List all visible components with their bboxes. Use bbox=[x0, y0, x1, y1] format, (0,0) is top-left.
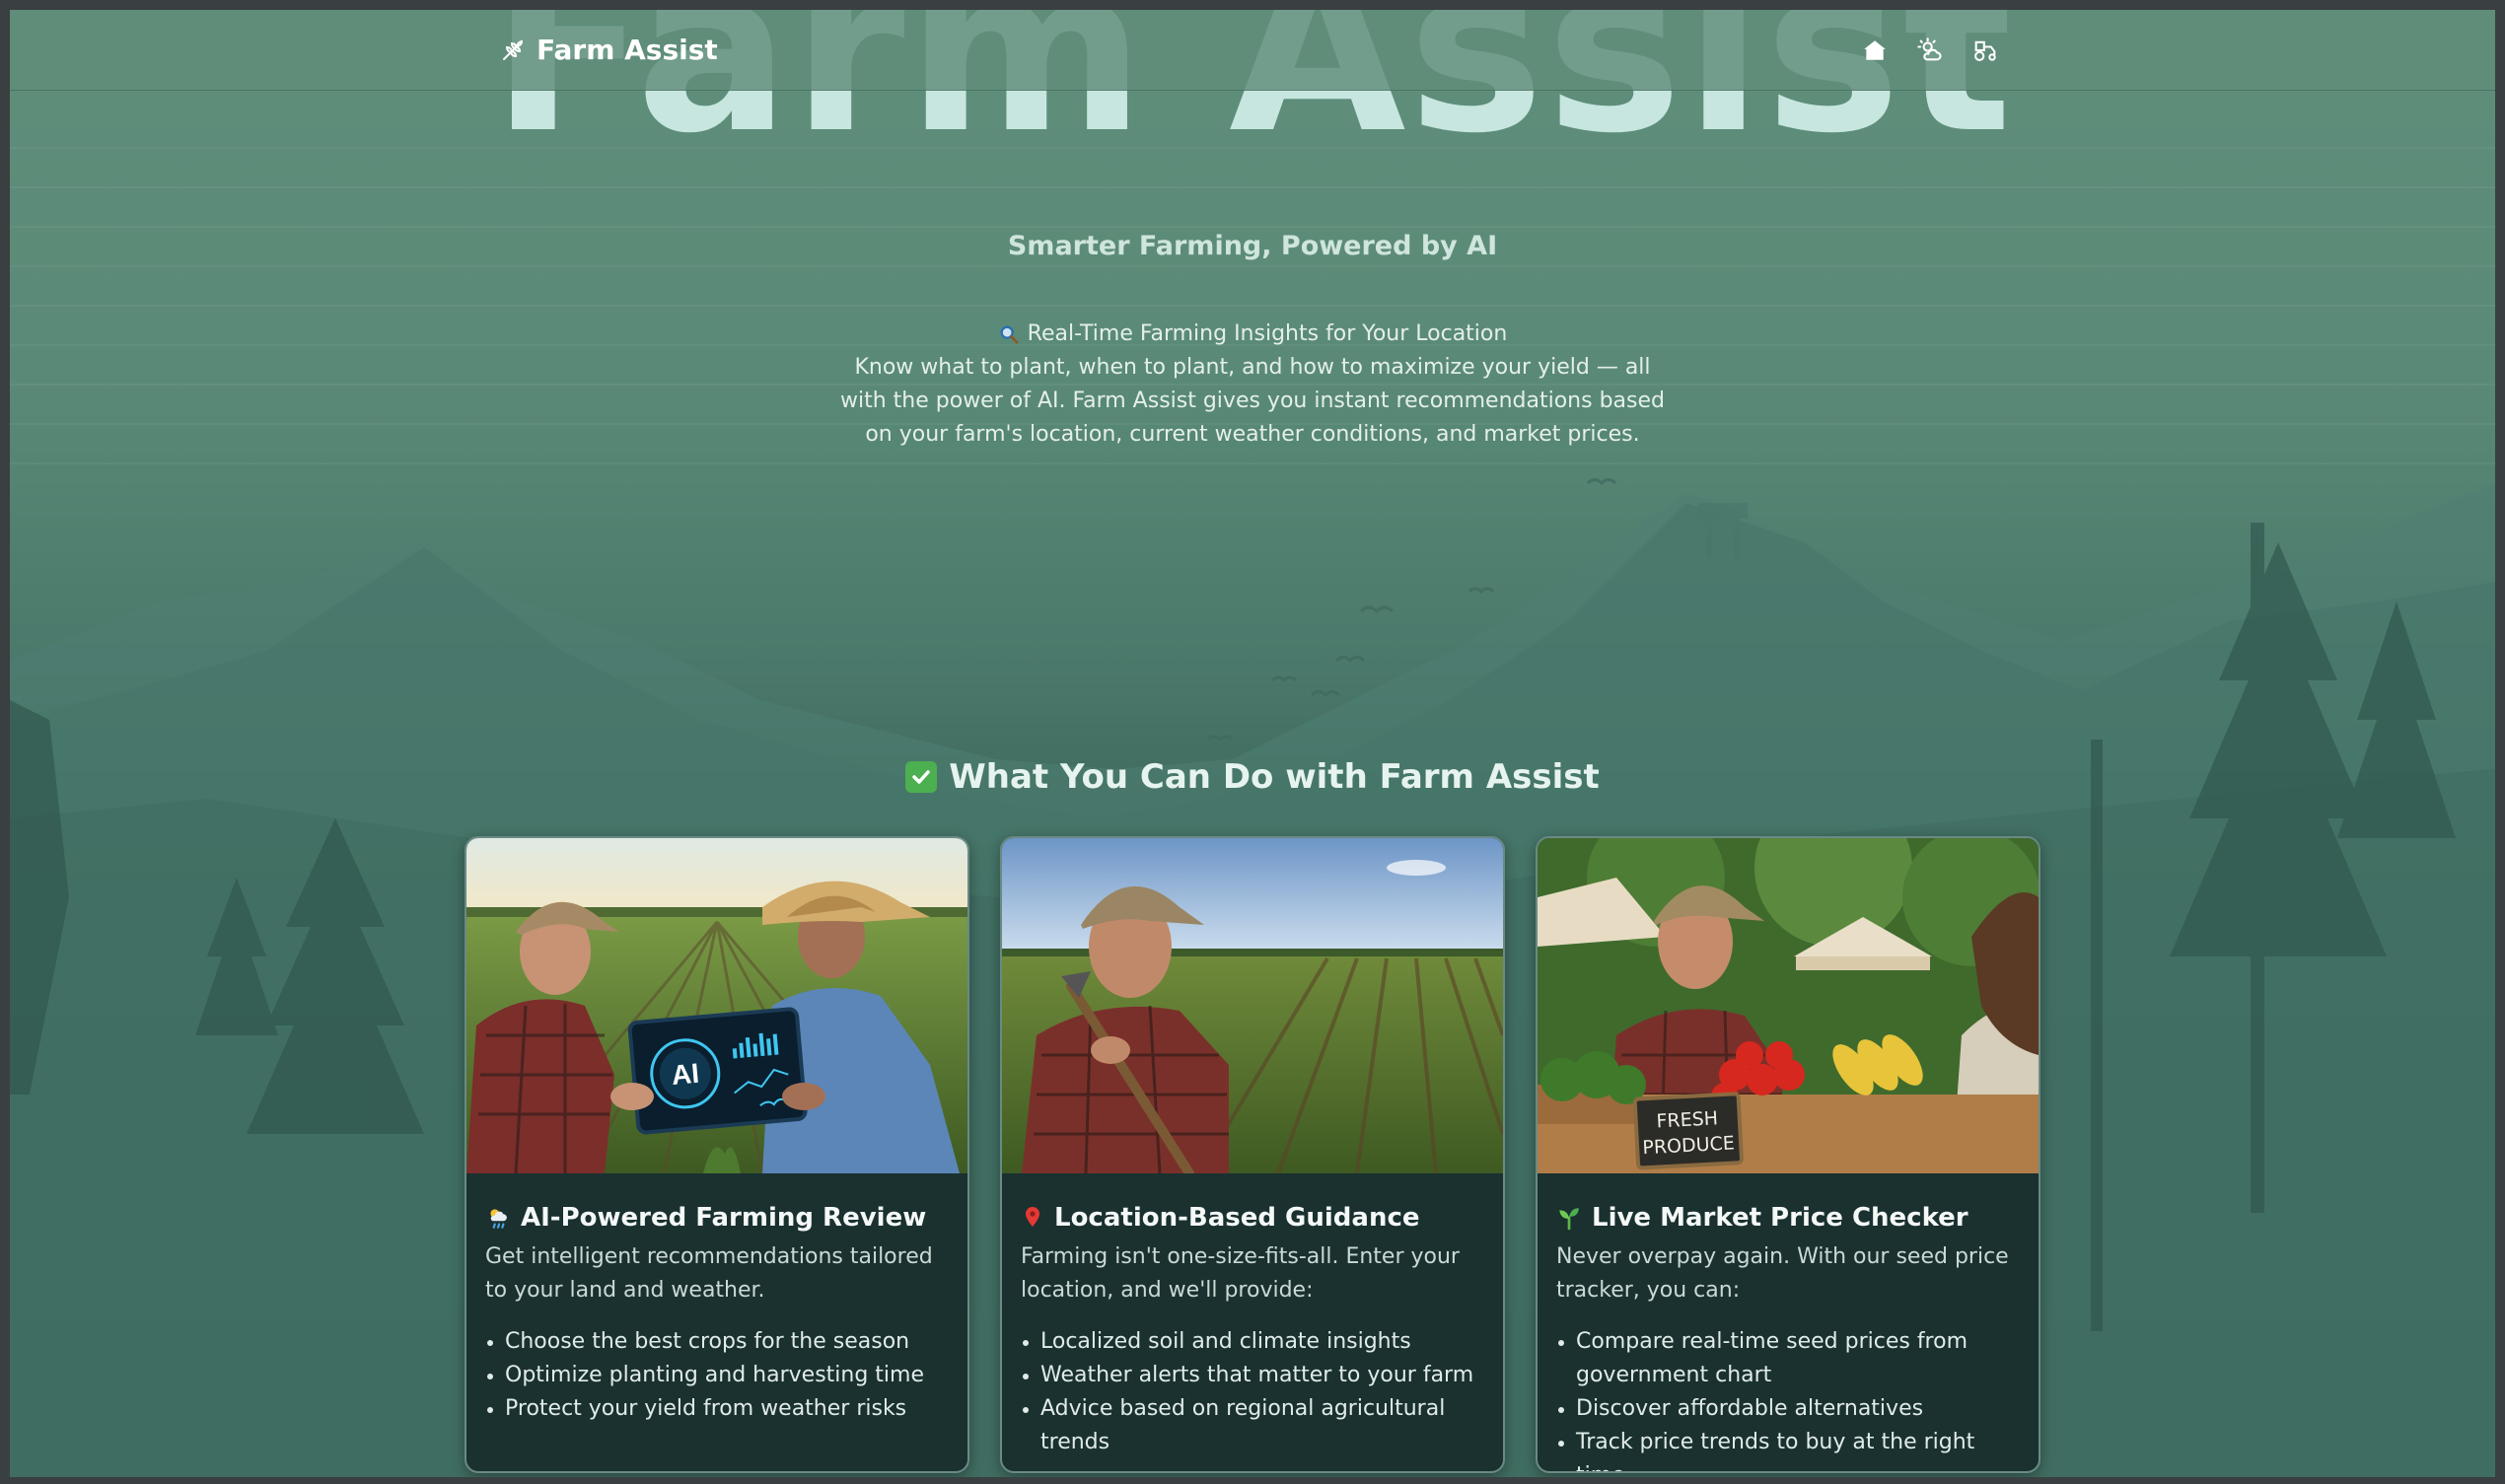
card-bullet-list: Localized soil and climate insights Weat… bbox=[1021, 1325, 1485, 1459]
list-item: Advice based on regional agricultural tr… bbox=[1021, 1392, 1485, 1459]
card-bullet-list: Choose the best crops for the season Opt… bbox=[485, 1325, 950, 1426]
card-bullet-list: Compare real-time seed prices from gover… bbox=[1556, 1325, 2021, 1471]
brand-name: Farm Assist bbox=[537, 34, 718, 66]
feature-card-ai-review[interactable]: AI AI-Powered Farming Review Get intelli… bbox=[465, 836, 969, 1473]
feature-card-location-guidance[interactable]: Location-Based Guidance Farming isn't on… bbox=[1000, 836, 1505, 1473]
svg-text:AI: AI bbox=[671, 1058, 701, 1091]
tractor-button[interactable] bbox=[1970, 35, 2000, 65]
card-description: Farming isn't one-size-fits-all. Enter y… bbox=[1021, 1244, 1460, 1303]
card-title: AI-Powered Farming Review bbox=[521, 1203, 927, 1233]
feature-card-market-price[interactable]: FRESH PRODUCE Live Market Price Checker … bbox=[1536, 836, 2040, 1473]
list-item: Optimize planting and harvesting time bbox=[485, 1359, 950, 1392]
card-title: Live Market Price Checker bbox=[1592, 1203, 1968, 1233]
farmers-market-image: FRESH PRODUCE bbox=[1538, 838, 2039, 1173]
list-item: Localized soil and climate insights bbox=[1021, 1325, 1485, 1359]
card-title: Location-Based Guidance bbox=[1054, 1203, 1420, 1233]
home-button[interactable] bbox=[1860, 35, 1890, 65]
seedling-icon bbox=[1559, 1208, 1579, 1231]
check-icon bbox=[905, 761, 938, 793]
navbar: Farm Assist bbox=[10, 10, 2495, 91]
insights-text: Know what to plant, when to plant, and h… bbox=[840, 355, 1665, 447]
weather-icon bbox=[1917, 36, 1942, 60]
features-title-text: What You Can Do with Farm Assist bbox=[949, 757, 1600, 797]
farmer-in-field-image bbox=[1002, 838, 1503, 1173]
home-icon bbox=[1864, 39, 1886, 60]
sun-cloud-rain-icon bbox=[490, 1209, 507, 1229]
list-item: Weather alerts that matter to your farm bbox=[1021, 1359, 1485, 1392]
magnifier-icon bbox=[1000, 325, 1019, 344]
insights-heading: Real-Time Farming Insights for Your Loca… bbox=[1027, 321, 1508, 346]
insights-section: Real-Time Farming Insights for Your Loca… bbox=[833, 318, 1672, 452]
location-pin-icon bbox=[1026, 1207, 1039, 1227]
hero-subtitle: Smarter Farming, Powered by AI bbox=[1007, 231, 1498, 261]
farmers-with-tablet-image: AI bbox=[466, 838, 967, 1173]
tractor-icon bbox=[1974, 40, 1996, 61]
weather-button[interactable] bbox=[1915, 35, 1945, 65]
brand-link[interactable]: Farm Assist bbox=[501, 10, 718, 90]
features-title: What You Can Do with Farm Assist bbox=[10, 757, 2495, 797]
list-item: Choose the best crops for the season bbox=[485, 1325, 950, 1359]
list-item: Track price trends to buy at the right t… bbox=[1556, 1426, 2021, 1471]
list-item: Discover affordable alternatives bbox=[1556, 1392, 2021, 1426]
list-item: Compare real-time seed prices from gover… bbox=[1556, 1325, 2021, 1392]
card-description: Never overpay again. With our seed price… bbox=[1556, 1244, 2009, 1303]
sign-text-line-1: FRESH bbox=[1656, 1107, 1719, 1132]
card-description: Get intelligent recommendations tailored… bbox=[485, 1244, 933, 1303]
wheat-icon bbox=[503, 39, 524, 60]
page-frame: Farm Assist Farm Assist Smarter Farming,… bbox=[10, 10, 2495, 1477]
list-item: Protect your yield from weather risks bbox=[485, 1392, 950, 1426]
